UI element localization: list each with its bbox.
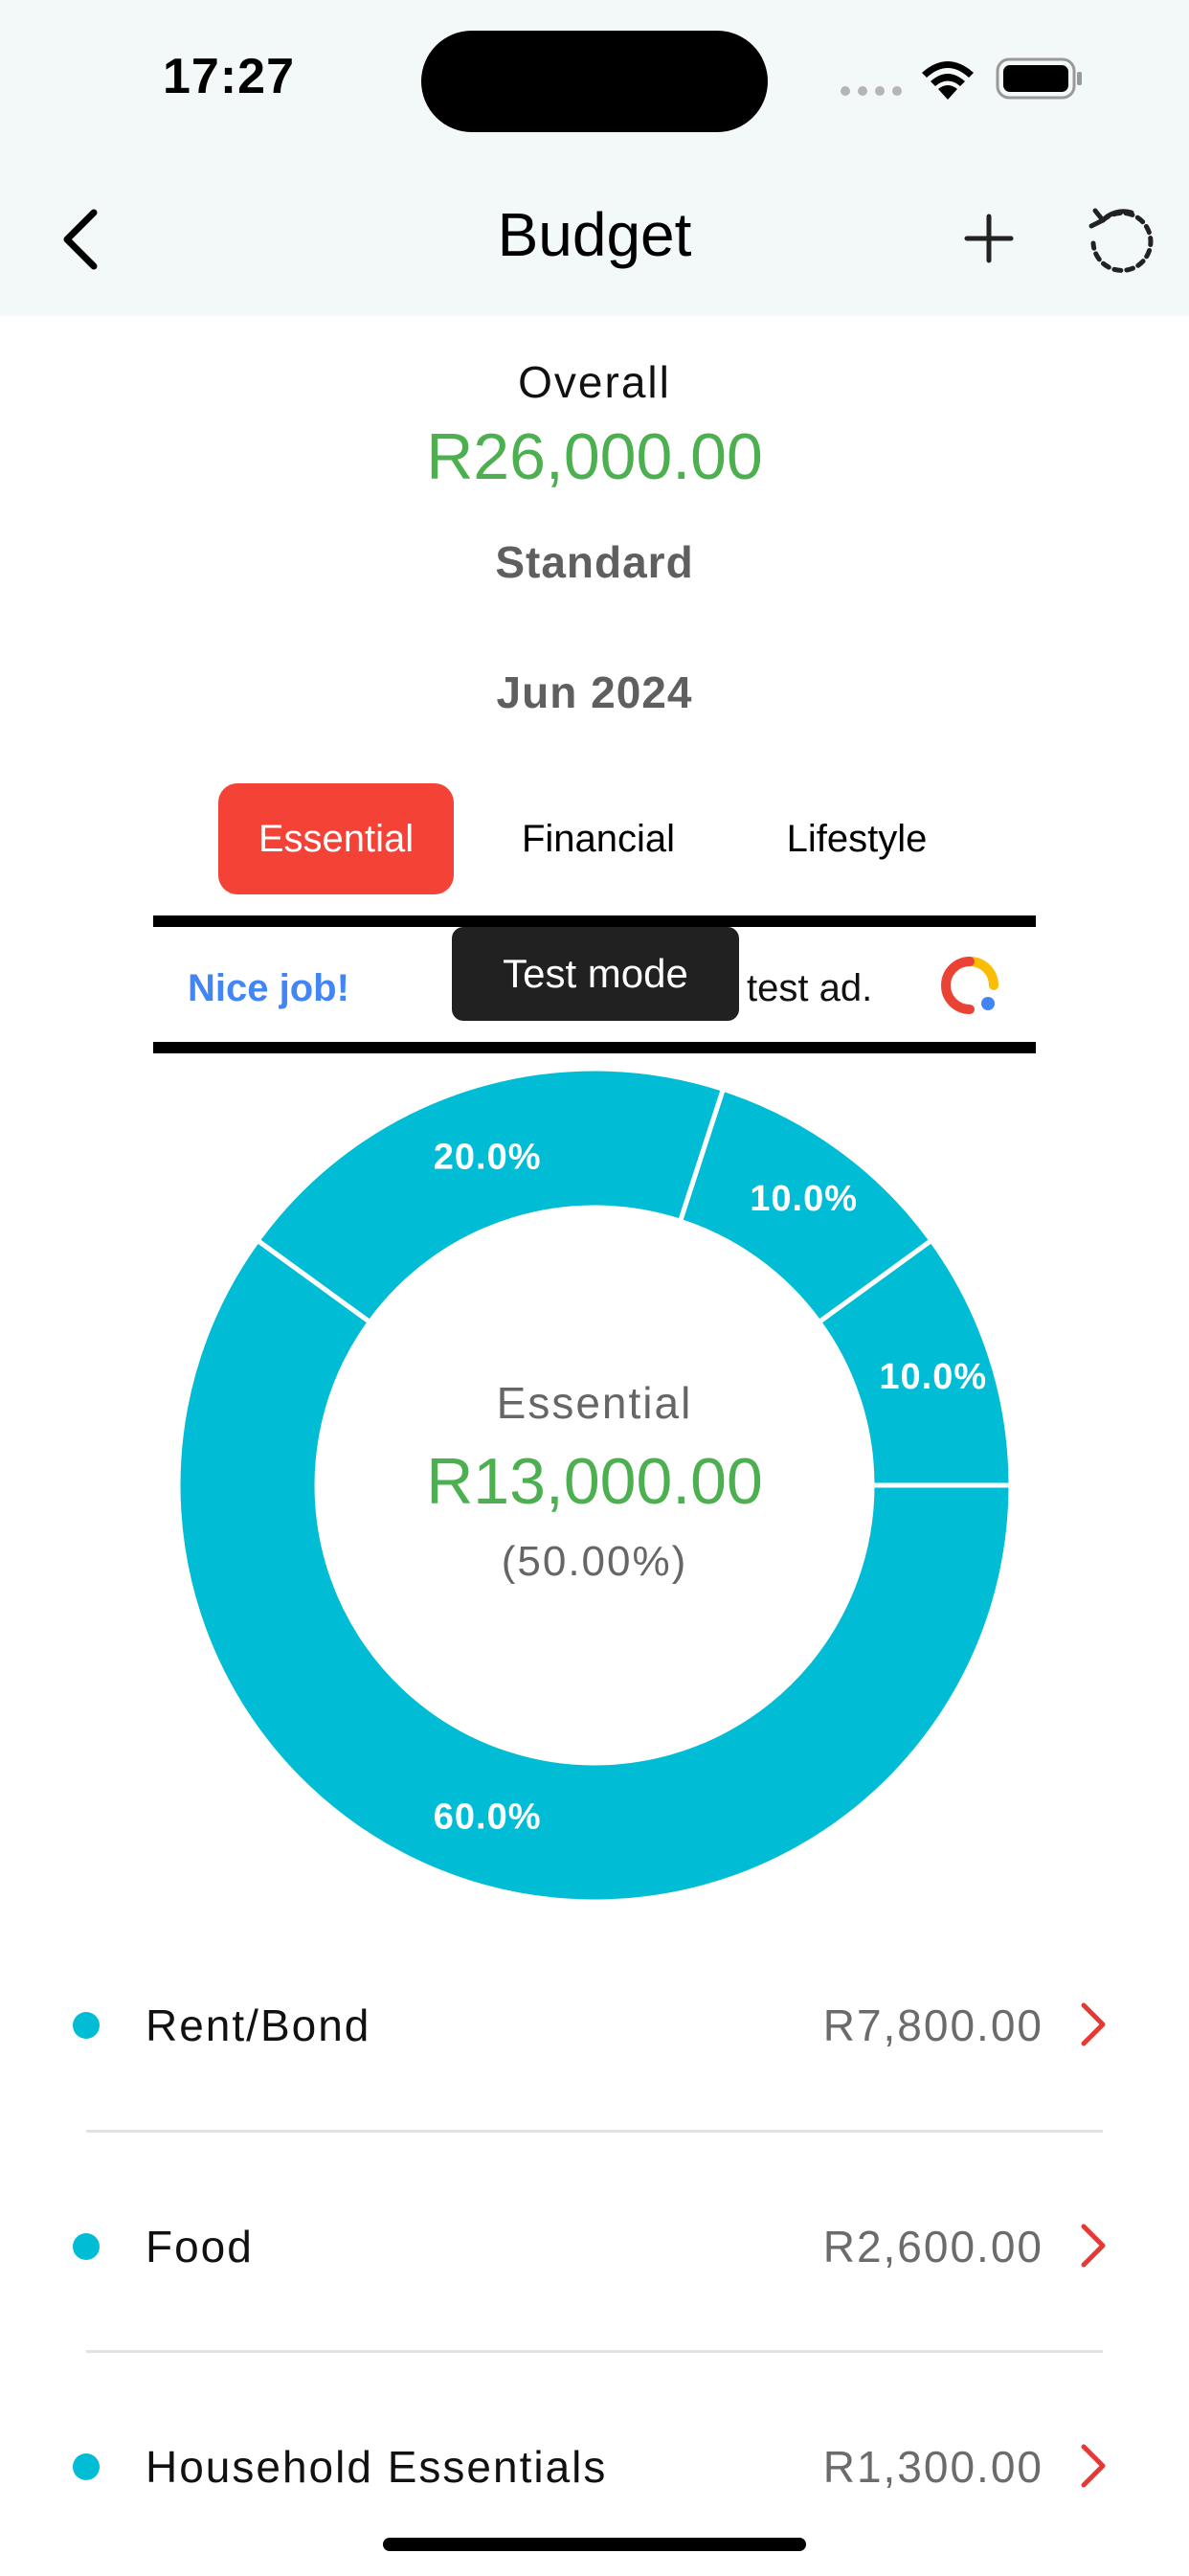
chart-center-percent: (50.00%) bbox=[501, 1538, 688, 1585]
overall-label: Overall bbox=[518, 357, 671, 407]
category-dot-icon bbox=[73, 2453, 100, 2480]
item-name: Household Essentials bbox=[146, 2442, 608, 2492]
signal-icon bbox=[841, 86, 904, 96]
battery-icon bbox=[996, 57, 1082, 100]
chart-slice-label: 60.0% bbox=[434, 1796, 542, 1837]
chart-slice-label: 20.0% bbox=[434, 1138, 542, 1178]
chevron-right-icon[interactable] bbox=[1074, 1996, 1112, 2053]
wifi-icon bbox=[922, 61, 974, 100]
status-time: 17:27 bbox=[163, 49, 295, 104]
home-indicator bbox=[383, 2538, 806, 2551]
ad-headline: Nice job! bbox=[188, 967, 349, 1009]
chart-center-label: Essential bbox=[496, 1378, 693, 1428]
item-name: Food bbox=[146, 2222, 254, 2271]
item-amount: R7,800.00 bbox=[822, 2000, 1043, 2050]
list-item[interactable]: Rent/Bond R7,800.00 bbox=[0, 1915, 1189, 2135]
budget-plan[interactable]: Standard bbox=[0, 536, 1189, 588]
divider bbox=[86, 2350, 1103, 2353]
category-dot-icon bbox=[73, 2233, 100, 2260]
ad-logo-icon bbox=[940, 957, 998, 1014]
item-amount: R2,600.00 bbox=[822, 2222, 1043, 2271]
tab-lifestyle[interactable]: Lifestyle bbox=[747, 783, 967, 894]
dynamic-island bbox=[421, 31, 768, 132]
ad-body: test ad. bbox=[747, 967, 873, 1009]
overall-value: R26,000.00 bbox=[426, 420, 763, 493]
tab-financial[interactable]: Financial bbox=[488, 783, 708, 894]
chart-slice[interactable] bbox=[254, 1069, 727, 1326]
list-item[interactable]: Food R2,600.00 bbox=[0, 2135, 1189, 2356]
chart-center-value: R13,000.00 bbox=[426, 1445, 763, 1518]
chart-slice-label: 10.0% bbox=[750, 1179, 858, 1219]
chevron-right-icon[interactable] bbox=[1074, 2217, 1112, 2274]
category-dot-icon bbox=[73, 2012, 100, 2039]
test-mode-tooltip: Test mode bbox=[452, 927, 739, 1021]
month-selector[interactable]: Jun 2024 bbox=[0, 667, 1189, 718]
reset-icon[interactable] bbox=[1082, 201, 1158, 278]
add-button[interactable] bbox=[955, 205, 1022, 272]
item-amount: R1,300.00 bbox=[822, 2442, 1043, 2492]
divider bbox=[86, 2130, 1103, 2133]
chevron-right-icon[interactable] bbox=[1074, 2437, 1112, 2495]
tab-essential[interactable]: Essential bbox=[218, 783, 454, 894]
item-name: Rent/Bond bbox=[146, 2000, 371, 2050]
